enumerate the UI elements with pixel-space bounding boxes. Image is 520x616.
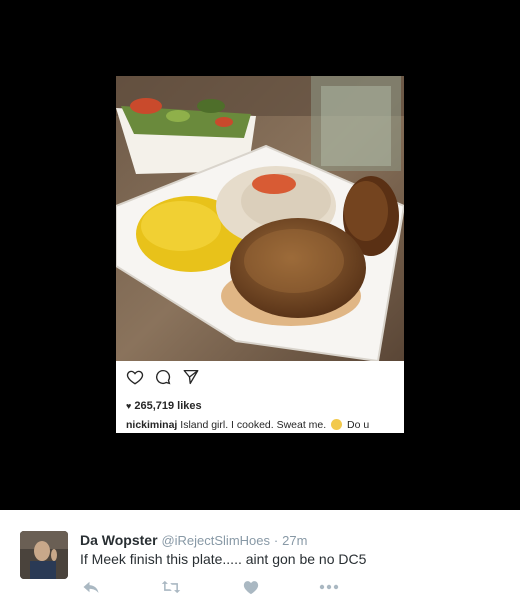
- caption-username[interactable]: nickiminaj: [126, 419, 177, 431]
- heart-icon[interactable]: [240, 576, 262, 598]
- caption-text: Island girl. I cooked. Sweat me.: [180, 419, 327, 431]
- food-photo: [116, 76, 404, 361]
- comment-bubble-icon[interactable]: [152, 366, 174, 388]
- avatar[interactable]: [20, 531, 68, 579]
- more-dots-icon[interactable]: [318, 576, 340, 598]
- tweet-action-bar: [80, 576, 350, 598]
- display-name[interactable]: Da Wopster: [80, 532, 158, 548]
- tweet: Da Wopster @iRejectSlimHoes · 27m If Mee…: [0, 510, 520, 616]
- timestamp[interactable]: 27m: [282, 533, 307, 548]
- heart-icon: ♥: [126, 401, 132, 411]
- caption-trailing-text: Do u: [347, 419, 370, 431]
- user-handle[interactable]: @iRejectSlimHoes: [161, 533, 270, 548]
- tweet-header: Da Wopster @iRejectSlimHoes · 27m: [80, 532, 307, 548]
- likes-count: ♥ 265,719 likes: [126, 400, 202, 412]
- reply-icon[interactable]: [80, 576, 102, 598]
- likes-count-text: 265,719 likes: [134, 400, 202, 412]
- heart-outline-icon[interactable]: [124, 366, 146, 388]
- paper-plane-icon[interactable]: [180, 366, 202, 388]
- weary-face-emoji-icon: [331, 419, 343, 430]
- tweet-text: If Meek finish this plate..... aint gon …: [80, 551, 367, 567]
- retweet-icon[interactable]: [160, 576, 182, 598]
- tweet-media[interactable]: ♥ 265,719 likes nickiminaj Island girl. …: [0, 0, 520, 510]
- embedded-instagram-post: ♥ 265,719 likes nickiminaj Island girl. …: [116, 76, 404, 433]
- instagram-action-bar: [124, 366, 202, 388]
- separator-dot: ·: [273, 533, 279, 548]
- post-caption: nickiminaj Island girl. I cooked. Sweat …: [126, 419, 369, 431]
